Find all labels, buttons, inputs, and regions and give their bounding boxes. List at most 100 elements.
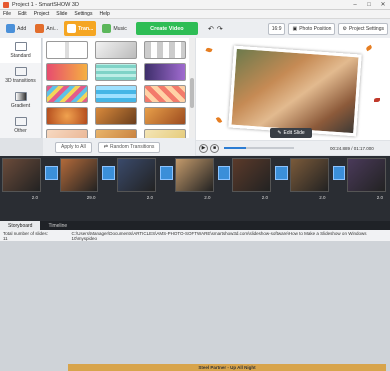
timeline-slide[interactable]: 2.0: [347, 158, 387, 200]
timeline-slide[interactable]: 29.0: [59, 158, 99, 200]
photo-position-button[interactable]: ▣ Photo Position: [288, 22, 336, 35]
timeline-slide[interactable]: 2.0: [289, 158, 329, 200]
menu-settings[interactable]: Settings: [74, 11, 92, 17]
family-photo: [228, 45, 362, 137]
project-settings-label: Project Settings: [348, 25, 384, 32]
right-toolbar: ↶ ↷ 16:9 ▣ Photo Position ⚙ Project Sett…: [205, 19, 390, 38]
music-label: Music: [113, 25, 127, 32]
tab-timeline[interactable]: Timeline: [40, 221, 75, 230]
aspect-ratio-button[interactable]: 16:9: [267, 22, 286, 35]
transition-thumb[interactable]: [46, 41, 88, 59]
transitions-icon: [67, 24, 77, 33]
transition-thumb[interactable]: [95, 85, 137, 103]
transition-thumb[interactable]: [46, 107, 88, 125]
photo-position-label: Photo Position: [299, 25, 332, 32]
leaf-decoration: [374, 98, 380, 102]
transition-marker[interactable]: [332, 166, 346, 180]
slide-duration: 29.0: [86, 195, 96, 200]
transition-thumb[interactable]: [95, 41, 137, 59]
transition-thumb[interactable]: [95, 129, 137, 138]
view-tabs: Storyboard Timeline: [0, 221, 390, 230]
transitions-button[interactable]: Tran...: [64, 21, 97, 36]
transition-thumb[interactable]: [144, 107, 186, 125]
transition-actions: Apply to All ⇄ Random Transitions: [43, 138, 195, 156]
category-label: Other: [14, 128, 27, 134]
timeline-slide[interactable]: 2.0: [232, 158, 272, 200]
transition-thumb[interactable]: [144, 129, 186, 138]
slide-duration: 2.0: [204, 195, 211, 200]
status-bar: Total number of slides: 11 C:\Users\Mana…: [0, 230, 390, 241]
transition-marker[interactable]: [44, 166, 58, 180]
main-toolbar: Add Ani... Tran... Music Create Video: [0, 19, 205, 38]
undo-icon[interactable]: ↶: [208, 25, 214, 33]
slide-count: Total number of slides: 11: [3, 230, 49, 241]
category-3d[interactable]: 3D transitions: [0, 63, 41, 88]
transition-thumb[interactable]: [46, 129, 88, 138]
menu-slide[interactable]: Slide: [56, 11, 67, 17]
transition-marker[interactable]: [275, 166, 288, 180]
transition-thumb[interactable]: [46, 85, 88, 103]
photo-icon: ▣: [292, 25, 298, 32]
edit-slide-button[interactable]: ✎ Edit Slide: [270, 128, 312, 138]
maximize-button[interactable]: □: [362, 0, 376, 10]
add-button[interactable]: Add: [3, 21, 29, 36]
transition-thumb[interactable]: [144, 63, 186, 81]
leaf-decoration: [205, 47, 213, 53]
apply-to-all-button[interactable]: Apply to All: [55, 141, 92, 153]
timeline-panel: 2.0 29.0 2.0 2.0 2.0 2.0 2.0 Steel Partner - U…: [0, 156, 390, 371]
player-controls: ▶ ■ 00:24.889 / 01:17.000: [196, 141, 390, 155]
redo-icon[interactable]: ↷: [217, 25, 223, 33]
other-icon: [14, 117, 27, 126]
slide-strip: 2.0 29.0 2.0 2.0 2.0 2.0 2.0: [2, 158, 388, 201]
transition-thumb[interactable]: [46, 63, 88, 81]
transition-categories: Standard 3D transitions Gradient Other: [0, 38, 42, 138]
transition-marker[interactable]: [217, 166, 231, 180]
app-icon: [3, 1, 9, 8]
pencil-icon: ✎: [277, 130, 282, 136]
minimize-button[interactable]: –: [348, 0, 362, 10]
category-other[interactable]: Other: [0, 113, 41, 138]
animation-icon: [35, 24, 45, 33]
standard-icon: [14, 42, 27, 51]
playback-progress[interactable]: [224, 147, 294, 149]
transitions-label: Tran...: [78, 25, 94, 32]
cube-icon: [14, 67, 27, 76]
random-transitions-button[interactable]: ⇄ Random Transitions: [97, 141, 161, 153]
category-gradient[interactable]: Gradient: [0, 88, 41, 113]
menu-help[interactable]: Help: [99, 11, 109, 17]
stop-icon[interactable]: ■: [210, 143, 219, 153]
timeline-slide[interactable]: 2.0: [2, 158, 41, 200]
music-track[interactable]: Steel Partner - Up All Night: [68, 364, 386, 371]
tab-storyboard[interactable]: Storyboard: [0, 221, 41, 230]
leaf-decoration: [365, 44, 373, 52]
create-video-button[interactable]: Create Video: [135, 22, 198, 35]
playback-time: 00:24.889 / 01:17.000: [330, 145, 374, 151]
music-button[interactable]: Music: [99, 21, 130, 36]
slide-duration: 2.0: [31, 195, 38, 200]
animation-button[interactable]: Ani...: [32, 21, 61, 36]
add-icon: [6, 24, 15, 33]
play-icon[interactable]: ▶: [199, 143, 208, 153]
animation-label: Ani...: [46, 25, 59, 32]
transition-thumb[interactable]: [95, 107, 137, 125]
transition-thumb[interactable]: [144, 41, 186, 59]
transition-grid-scrollbar[interactable]: [189, 38, 195, 138]
transition-thumb[interactable]: [144, 85, 186, 103]
timeline-slide[interactable]: 2.0: [174, 158, 214, 200]
timeline-slide[interactable]: 2.0: [117, 158, 156, 200]
menu-edit[interactable]: Edit: [18, 11, 27, 17]
category-standard[interactable]: Standard: [0, 38, 41, 63]
slide-duration: 2.0: [319, 195, 326, 200]
window-title: Project 1 - SmartSHOW 3D: [12, 1, 79, 8]
gear-icon: ⚙: [342, 25, 347, 32]
menu-bar: File Edit Project Slide Settings Help: [0, 10, 390, 19]
transition-marker[interactable]: [102, 166, 116, 180]
slide-preview: [196, 38, 390, 140]
project-settings-button[interactable]: ⚙ Project Settings: [338, 22, 388, 35]
menu-file[interactable]: File: [3, 11, 11, 17]
close-button[interactable]: ✕: [376, 0, 390, 10]
menu-project[interactable]: Project: [34, 11, 50, 17]
music-icon: [102, 24, 112, 33]
transition-marker[interactable]: [159, 166, 173, 180]
transition-thumb[interactable]: [95, 63, 137, 81]
